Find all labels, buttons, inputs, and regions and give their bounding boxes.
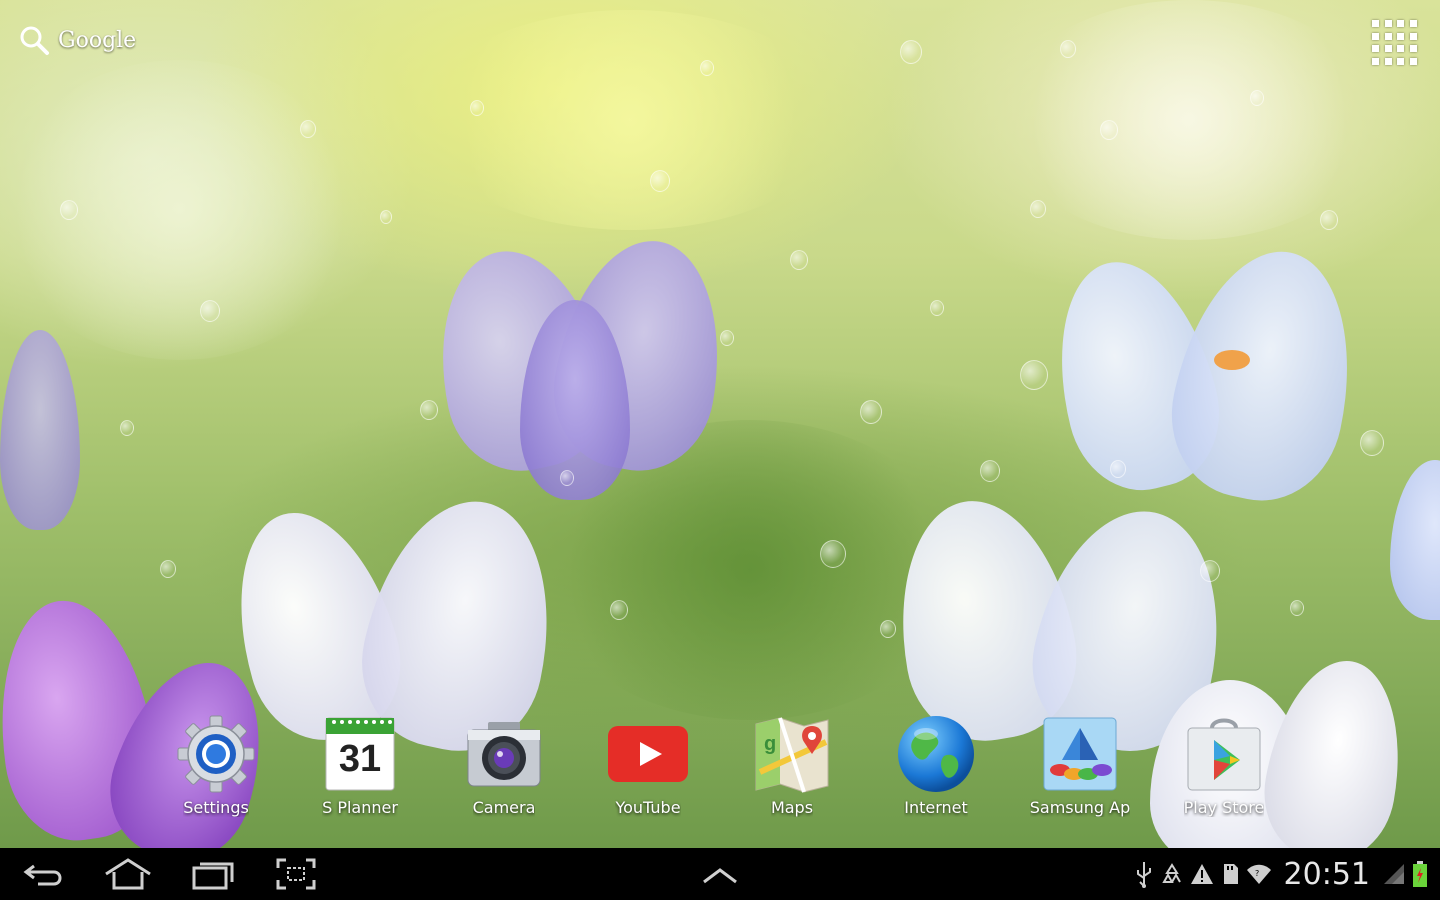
navigation-bar: ? 20:51 (0, 848, 1440, 900)
recent-apps-icon (192, 862, 234, 890)
status-area[interactable]: ? 20:51 (1134, 854, 1428, 894)
dock-item-camera[interactable]: Camera (432, 712, 576, 830)
calendar-date: 31 (338, 738, 382, 780)
samsung-apps-icon (1043, 717, 1117, 791)
dock-item-maps[interactable]: g Maps (720, 712, 864, 830)
sd-card-icon (1223, 864, 1238, 884)
dock-label-maps: Maps (770, 798, 814, 817)
settings-icon (177, 715, 255, 793)
dock-label-internet: Internet (904, 798, 968, 817)
google-search-label: Google (58, 27, 137, 53)
quick-panel-button[interactable] (690, 856, 750, 892)
dock-label-camera: Camera (472, 798, 536, 817)
clock: 20:51 (1283, 856, 1370, 892)
apps-grid-icon (1372, 20, 1379, 27)
youtube-icon (608, 726, 688, 782)
recent-apps-button[interactable] (182, 856, 242, 892)
dock-item-internet[interactable]: Internet (864, 712, 1008, 830)
dock-label-settings: Settings (183, 798, 249, 817)
recycle-icon (1161, 863, 1181, 883)
home-icon (105, 858, 151, 890)
apps-drawer-button[interactable] (1372, 20, 1418, 66)
dock-item-samsung-apps[interactable]: Samsung Ap (1008, 712, 1152, 830)
globe-icon (898, 716, 974, 792)
dock-label-youtube: YouTube (615, 798, 681, 817)
dock-item-s-planner[interactable]: 31 S Planner (288, 712, 432, 830)
dock-label-play-store: Play Store (1183, 798, 1265, 817)
wifi-icon: ? (1246, 864, 1271, 884)
battery-icon (1413, 861, 1427, 887)
app-dock: Settings 31 S Planner Camera YouTube g M… (144, 712, 1296, 830)
screenshot-icon (276, 858, 316, 890)
svg-text:g: g (764, 733, 776, 755)
maps-icon: g (755, 717, 829, 793)
google-search-bar[interactable]: Google (18, 22, 136, 58)
screenshot-button[interactable] (266, 856, 326, 892)
svg-text:?: ? (1255, 869, 1259, 878)
back-icon (23, 864, 62, 886)
usb-icon (1136, 862, 1151, 888)
signal-icon (1384, 864, 1404, 884)
dock-label-s-planner: S Planner (322, 798, 398, 817)
dock-item-youtube[interactable]: YouTube (576, 712, 720, 830)
chevron-up-icon (703, 868, 737, 884)
warning-icon (1190, 864, 1213, 884)
home-button[interactable] (98, 856, 158, 892)
dock-item-settings[interactable]: Settings (144, 712, 288, 830)
back-button[interactable] (14, 856, 74, 892)
dock-label-samsung-apps: Samsung Ap (1029, 798, 1131, 817)
search-icon (20, 26, 49, 55)
dock-item-play-store[interactable]: Play Store (1152, 712, 1296, 830)
camera-icon (467, 722, 541, 787)
play-store-icon (1187, 718, 1261, 791)
